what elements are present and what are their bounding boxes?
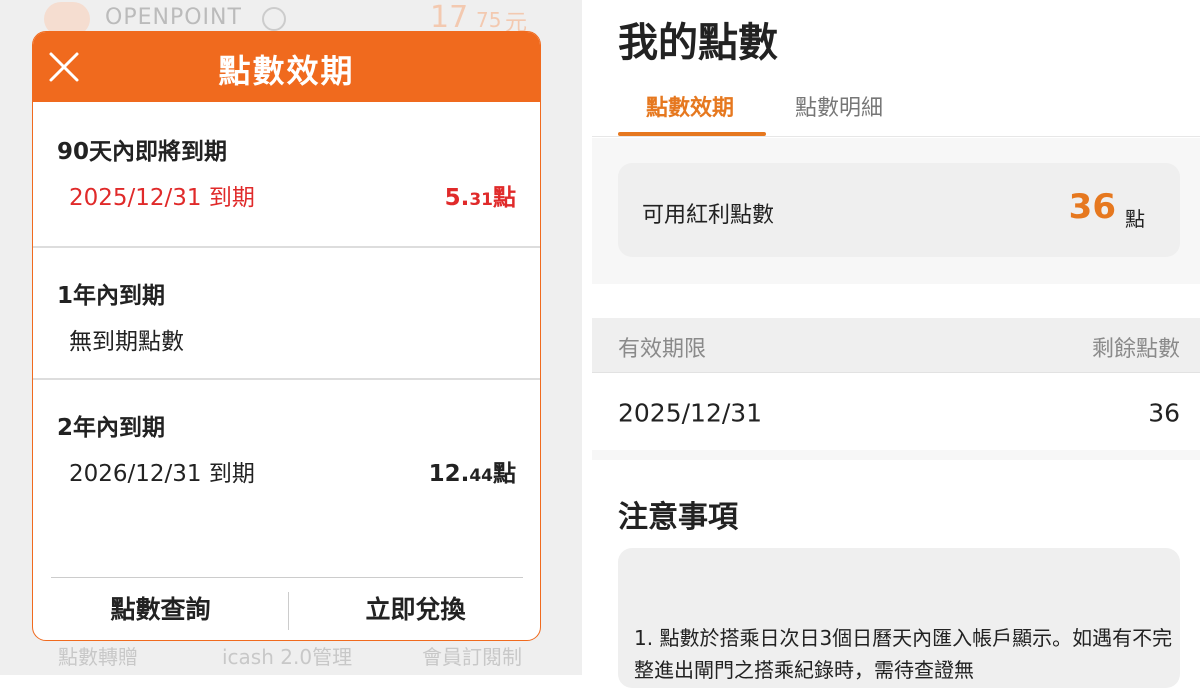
tab-points-expiry[interactable]: 點數效期: [646, 90, 734, 122]
points-decimal: 31: [469, 190, 493, 210]
no-expiry-text: 無到期點數: [69, 329, 184, 355]
column-header-remaining-points: 剩餘點數: [1091, 337, 1180, 362]
notes-text: 1. 點數於搭乘日次日3個日曆天內匯入帳戶顯示。如遇有不完整進出閘門之搭乘紀錄時…: [634, 626, 1173, 682]
section-spacer: [592, 450, 1200, 460]
available-points-label: 可用紅利點數: [642, 203, 775, 228]
points-integer: 5.: [444, 185, 470, 211]
section-title: 1年內到期: [57, 283, 166, 309]
background-footer-links: 點數轉贈 icash 2.0管理 會員訂閱制: [0, 635, 582, 675]
points-integer: 12.: [428, 461, 470, 487]
background-link-icash: icash 2.0管理: [222, 645, 353, 669]
notes-card: 1. 點數於搭乘日次日3個日曆天內匯入帳戶顯示。如遇有不完整進出閘門之搭乘紀錄時…: [618, 548, 1180, 688]
tab-points-detail[interactable]: 點數明細: [795, 90, 883, 122]
info-icon: [262, 7, 286, 31]
points-unit: 點: [493, 185, 516, 211]
background-amount-decimal: 75: [476, 8, 502, 32]
background-logo-text: OPENPOINT: [105, 5, 242, 30]
footer-divider: [51, 577, 523, 578]
notes-title: 注意事項: [618, 500, 738, 535]
background-link-subscription: 會員訂閱制: [422, 645, 522, 669]
available-points-card: 可用紅利點數 36 點: [618, 163, 1180, 257]
redeem-now-button[interactable]: 立即兌換: [288, 590, 540, 626]
expiry-date: 2026/12/31 到期: [69, 461, 255, 487]
left-panel: OPENPOINT 17 75 元 點數轉贈 icash 2.0管理 會員訂閱制…: [0, 0, 582, 675]
section-title: 2年內到期: [57, 415, 166, 441]
available-points-unit: 點: [1125, 207, 1145, 231]
available-points-value: 36: [1068, 187, 1116, 227]
modal-title: 點數效期: [218, 52, 355, 90]
column-header-expiry-date: 有效期限: [618, 337, 707, 362]
right-panel: 我的點數 點數效期 點數明細 可用紅利點數 36 點 有效期限 剩餘點數 202…: [592, 0, 1200, 688]
points-expiry-modal: 點數效期 90天內即將到期 2025/12/31 到期 5.31點 1年內到期 …: [32, 31, 541, 641]
table-row: 2025/12/31 36: [592, 372, 1200, 451]
expiry-section-1year: 1年內到期 無到期點數: [33, 248, 540, 378]
points-unit: 點: [493, 461, 516, 487]
page-title: 我的點數: [618, 20, 778, 66]
expiry-points: 5.31點: [445, 178, 516, 212]
active-tab-indicator: [618, 132, 766, 136]
expiry-section-90days: 90天內即將到期 2025/12/31 到期 5.31點: [33, 102, 540, 247]
tabs-divider: [592, 136, 1200, 137]
expiry-table-header: 有效期限 剩餘點數: [592, 318, 1200, 372]
modal-header: 點數效期: [33, 32, 540, 102]
points-query-button[interactable]: 點數查詢: [33, 590, 288, 626]
background-amount: 17: [430, 0, 469, 35]
row-remaining-points: 36: [1148, 398, 1180, 428]
points-decimal: 44: [469, 466, 493, 486]
section-title: 90天內即將到期: [57, 139, 228, 165]
expiry-section-2years: 2年內到期 2026/12/31 到期 12.44點: [33, 380, 540, 530]
expiry-points: 12.44點: [429, 454, 516, 488]
row-expiry-date: 2025/12/31: [618, 398, 763, 428]
background-link-transfer: 點數轉贈: [58, 645, 138, 669]
expiry-date: 2025/12/31 到期: [69, 185, 255, 211]
